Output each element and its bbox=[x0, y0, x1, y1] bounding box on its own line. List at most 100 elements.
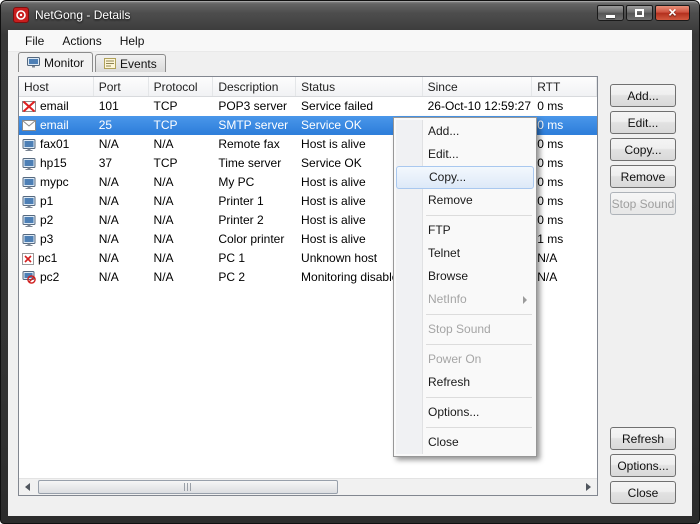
thumb-grip-icon bbox=[184, 483, 192, 491]
context-menu-item-ftp[interactable]: FTP bbox=[396, 219, 534, 242]
cell-rtt: 0 ms bbox=[532, 97, 597, 116]
submenu-arrow-icon bbox=[523, 296, 527, 304]
context-menu-item-remove[interactable]: Remove bbox=[396, 189, 534, 212]
netgong-app-icon bbox=[13, 7, 29, 23]
cell-port: 25 bbox=[94, 116, 149, 135]
menu-separator bbox=[426, 427, 532, 428]
context-menu-item-add[interactable]: Add... bbox=[396, 120, 534, 143]
context-menu: Add...Edit...Copy...Remove FTP Telnet Brows… bbox=[393, 117, 537, 457]
menu-item-label: Telnet bbox=[428, 246, 460, 260]
column-header-port[interactable]: Port bbox=[94, 77, 149, 96]
cell-host: p2 bbox=[19, 211, 94, 230]
cell-port: N/A bbox=[94, 268, 149, 287]
column-header-rtt[interactable]: RTT bbox=[532, 77, 597, 96]
cell-port: 101 bbox=[94, 97, 149, 116]
cell-description: PC 2 bbox=[213, 268, 296, 287]
context-menu-item-browse[interactable]: Browse bbox=[396, 265, 534, 288]
context-menu-item-close[interactable]: Close bbox=[396, 431, 534, 454]
add-button[interactable]: Add... bbox=[610, 84, 676, 107]
stop-sound-button[interactable]: Stop Sound bbox=[610, 192, 676, 215]
events-tab-icon bbox=[104, 58, 116, 69]
menu-separator bbox=[426, 397, 532, 398]
menu-item-label: Power On bbox=[428, 352, 481, 366]
horizontal-scrollbar[interactable] bbox=[19, 478, 597, 495]
column-header-since[interactable]: Since bbox=[423, 77, 533, 96]
column-header-protocol[interactable]: Protocol bbox=[149, 77, 214, 96]
cell-port: N/A bbox=[94, 135, 149, 154]
cell-rtt: 0 ms bbox=[532, 154, 597, 173]
context-menu-item-netinfo[interactable]: NetInfo bbox=[396, 288, 534, 311]
maximize-button[interactable] bbox=[626, 5, 653, 21]
edit-button[interactable]: Edit... bbox=[610, 111, 676, 134]
cell-rtt: 0 ms bbox=[532, 192, 597, 211]
mail-error-icon bbox=[22, 101, 36, 112]
tab-monitor[interactable]: Monitor bbox=[18, 52, 93, 72]
host-label: mypc bbox=[40, 173, 69, 192]
context-menu-item-power-on[interactable]: Power On bbox=[396, 348, 534, 371]
cell-protocol: N/A bbox=[149, 192, 214, 211]
scroll-left-button[interactable] bbox=[19, 479, 36, 495]
minimize-icon bbox=[606, 15, 615, 18]
cell-rtt: N/A bbox=[532, 268, 597, 287]
cell-description: Color printer bbox=[213, 230, 296, 249]
cell-port: N/A bbox=[94, 173, 149, 192]
cell-rtt: 0 ms bbox=[532, 135, 597, 154]
context-menu-item-edit[interactable]: Edit... bbox=[396, 143, 534, 166]
menu-item-actions[interactable]: Actions bbox=[53, 31, 110, 51]
cell-rtt: N/A bbox=[532, 249, 597, 268]
context-menu-item-options[interactable]: Options... bbox=[396, 401, 534, 424]
close-icon bbox=[668, 4, 676, 22]
options-button[interactable]: Options... bbox=[610, 454, 676, 477]
scroll-right-icon bbox=[586, 483, 591, 491]
cell-description: Time server bbox=[213, 154, 296, 173]
pc-error-icon bbox=[22, 253, 34, 265]
context-menu-item-stop-sound[interactable]: Stop Sound bbox=[396, 318, 534, 341]
cell-description: SMTP server bbox=[213, 116, 296, 135]
host-label: pc1 bbox=[38, 249, 57, 268]
tab-events[interactable]: Events bbox=[95, 54, 166, 72]
cell-description: PC 1 bbox=[213, 249, 296, 268]
maximize-icon bbox=[635, 9, 644, 17]
scroll-right-button[interactable] bbox=[580, 479, 597, 495]
cell-since: 26-Oct-10 12:59:27 bbox=[423, 97, 533, 116]
device-icon bbox=[22, 139, 36, 151]
title-bar[interactable]: NetGong - Details bbox=[0, 0, 700, 30]
host-label: pc2 bbox=[40, 268, 59, 287]
column-header-host[interactable]: Host bbox=[19, 77, 94, 96]
menu-separator bbox=[426, 314, 532, 315]
refresh-button[interactable]: Refresh bbox=[610, 427, 676, 450]
window-controls bbox=[597, 5, 690, 21]
cell-protocol: TCP bbox=[149, 97, 214, 116]
scroll-left-icon bbox=[25, 483, 30, 491]
copy-button[interactable]: Copy... bbox=[610, 138, 676, 161]
menu-item-file[interactable]: File bbox=[16, 31, 53, 51]
scroll-track[interactable] bbox=[36, 479, 580, 495]
cell-description: POP3 server bbox=[213, 97, 296, 116]
cell-description: My PC bbox=[213, 173, 296, 192]
close-window-button[interactable] bbox=[655, 5, 690, 21]
menu-item-help[interactable]: Help bbox=[111, 31, 154, 51]
column-header-status[interactable]: Status bbox=[296, 77, 423, 96]
window-title: NetGong - Details bbox=[35, 8, 130, 22]
cell-description: Remote fax bbox=[213, 135, 296, 154]
host-label: p2 bbox=[40, 211, 53, 230]
minimize-button[interactable] bbox=[597, 5, 624, 21]
context-menu-item-refresh[interactable]: Refresh bbox=[396, 371, 534, 394]
table-row-email[interactable]: email101TCPPOP3 serverService failed26-O… bbox=[19, 97, 597, 116]
column-header-description[interactable]: Description bbox=[213, 77, 296, 96]
cell-protocol: N/A bbox=[149, 268, 214, 287]
host-label: email bbox=[40, 116, 69, 135]
cell-host: hp15 bbox=[19, 154, 94, 173]
context-menu-item-telnet[interactable]: Telnet bbox=[396, 242, 534, 265]
side-button-panel: Add... Edit... Copy... Remove Stop Sound Refr… bbox=[610, 30, 680, 516]
scroll-thumb[interactable] bbox=[38, 480, 338, 494]
cell-host: pc1 bbox=[19, 249, 94, 268]
device-icon bbox=[22, 196, 36, 208]
cell-status: Service failed bbox=[296, 97, 423, 116]
context-menu-item-copy[interactable]: Copy... bbox=[396, 166, 534, 189]
menu-separator bbox=[426, 215, 532, 216]
remove-button[interactable]: Remove bbox=[610, 165, 676, 188]
cell-protocol: TCP bbox=[149, 116, 214, 135]
close-button[interactable]: Close bbox=[610, 481, 676, 504]
cell-host: email bbox=[19, 97, 94, 116]
